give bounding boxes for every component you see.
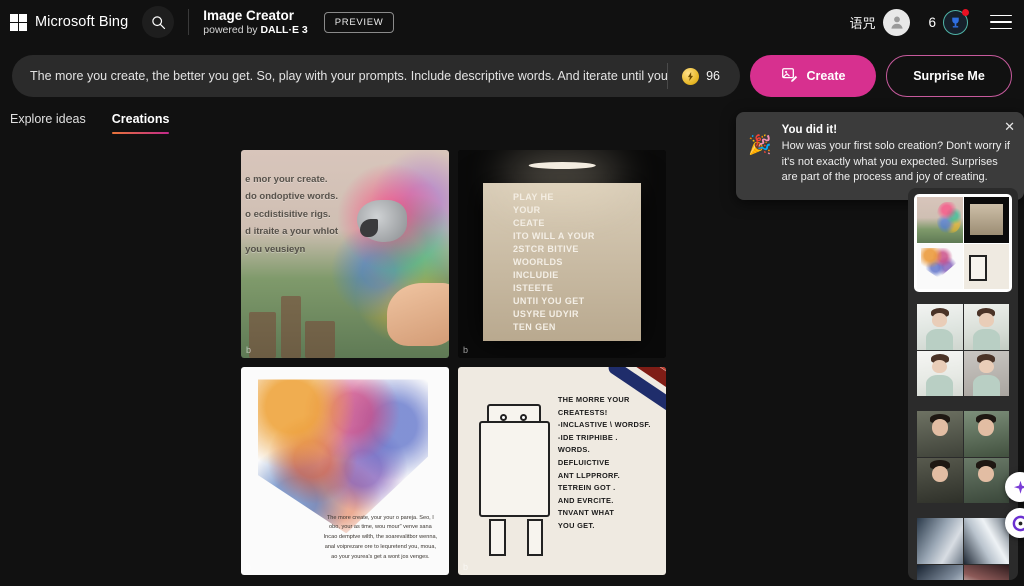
boost-credits[interactable]: 96 — [668, 67, 740, 85]
microsoft-logo-icon — [10, 13, 27, 31]
poster-artwork: PLAY HE YOUR CEATE ITO WILL A YOUR 2STCR… — [458, 150, 666, 358]
parrot-collage-image[interactable]: e mor your create. do ondoptive words. o… — [241, 150, 449, 358]
image-pen-icon — [781, 66, 798, 86]
tab-explore-ideas[interactable]: Explore ideas — [10, 112, 86, 134]
creations-history-rail[interactable] — [908, 188, 1018, 580]
brand-label: Microsoft Bing — [35, 14, 129, 30]
parrot-overlay-text: e mor your create. do ondoptive words. o… — [245, 173, 339, 256]
app-title-block: Image Creator powered by DALL·E 3 — [203, 8, 307, 37]
creation-group-tunnel[interactable] — [914, 515, 1012, 580]
surprise-me-button[interactable]: Surprise Me — [886, 55, 1012, 97]
tunnel-thumb-2[interactable] — [963, 518, 1009, 564]
robot-sketch-image[interactable]: THE MORRE YOUR CREATESTS! -INCLASTIVE \ … — [458, 367, 666, 575]
sparkle-icon — [1013, 480, 1024, 494]
parrot-artwork: e mor your create. do ondoptive words. o… — [241, 150, 449, 358]
content-tabs: Explore ideas Creations — [0, 112, 169, 134]
hanfu-portrait-thumb-2[interactable] — [963, 411, 1009, 457]
typography-poster-image[interactable]: PLAY HE YOUR CEATE ITO WILL A YOUR 2STCR… — [458, 150, 666, 358]
lightning-coin-icon — [682, 67, 700, 85]
creation-group-hanfu-illustration[interactable] — [914, 301, 1012, 399]
hanfu-illustration-thumb-1[interactable] — [917, 304, 963, 350]
rewards-trophy-icon — [943, 8, 969, 35]
robot-overlay-text: THE MORRE YOUR CREATESTS! -INCLASTIVE \ … — [557, 395, 651, 530]
circle-dot-icon — [1012, 515, 1024, 531]
watercolor-swirl-thumb[interactable] — [917, 243, 963, 289]
person-icon — [891, 16, 903, 29]
header-divider — [188, 9, 190, 35]
toast-title: You did it! — [781, 124, 838, 136]
close-icon[interactable]: ✕ — [1004, 120, 1015, 133]
search-button[interactable] — [142, 6, 175, 38]
image-creator-page: Microsoft Bing Image Creator powered by … — [0, 0, 1024, 586]
tunnel-thumb-3[interactable] — [917, 564, 963, 580]
top-navigation-bar: Microsoft Bing Image Creator powered by … — [0, 0, 1024, 44]
robot-artwork: THE MORRE YOUR CREATESTS! -INCLASTIVE \ … — [458, 367, 666, 575]
swirl-artwork: The more create, your your o pareja. Seo… — [241, 367, 449, 575]
watercolor-swirl-image[interactable]: The more create, your your o pareja. Seo… — [241, 367, 449, 575]
tunnel-thumb-4[interactable] — [963, 564, 1009, 580]
parrot-collage-thumb[interactable] — [917, 197, 963, 243]
prompt-input-container[interactable]: The more you create, the better you get.… — [12, 55, 740, 97]
creation-group-hanfu-portrait[interactable] — [914, 408, 1012, 506]
page-title: Image Creator — [203, 7, 295, 23]
avatar[interactable] — [883, 8, 911, 36]
creation-group-prompts[interactable] — [914, 194, 1012, 292]
create-button-label: Create — [806, 69, 846, 83]
prompt-bar: The more you create, the better you get.… — [0, 54, 1024, 98]
robot-sketch-thumb[interactable] — [963, 243, 1009, 289]
language-label[interactable]: 语咒 — [849, 13, 875, 32]
prompt-input[interactable]: The more you create, the better you get.… — [12, 69, 667, 83]
hanfu-portrait-thumb-1[interactable] — [917, 411, 963, 457]
notification-toast: 🎉 You did it! How was your first solo cr… — [736, 112, 1024, 200]
toast-message: How was your first solo creation? Don't … — [781, 140, 1010, 184]
bing-brand-link[interactable]: Microsoft Bing — [0, 13, 129, 31]
hanfu-illustration-thumb-4[interactable] — [963, 350, 1009, 396]
hanfu-portrait-thumb-3[interactable] — [917, 457, 963, 503]
hanfu-illustration-thumb-3[interactable] — [917, 350, 963, 396]
swirl-caption-text: The more create, your your o pareja. Seo… — [323, 514, 438, 560]
bing-watermark: b — [246, 345, 251, 355]
bing-watermark: b — [463, 562, 468, 572]
header-actions: 语咒 6 — [849, 8, 1024, 36]
typography-poster-thumb[interactable] — [963, 197, 1009, 243]
hamburger-menu-icon[interactable] — [990, 14, 1012, 30]
bing-watermark: b — [463, 345, 468, 355]
notification-dot — [962, 8, 969, 16]
rewards-entry[interactable]: 6 — [928, 8, 969, 35]
bing-watermark: b — [246, 562, 251, 572]
tab-creations[interactable]: Creations — [111, 112, 169, 134]
boost-count: 96 — [706, 69, 720, 83]
preview-badge: PREVIEW — [323, 11, 395, 33]
tunnel-thumb-1[interactable] — [917, 518, 963, 564]
poster-overlay-text: PLAY HE YOUR CEATE ITO WILL A YOUR 2STCR… — [512, 191, 595, 333]
hanfu-portrait-thumb-4[interactable] — [963, 457, 1009, 503]
search-icon — [152, 15, 165, 29]
create-button[interactable]: Create — [750, 55, 876, 97]
rewards-count: 6 — [928, 14, 936, 30]
creations-grid: e mor your create. do ondoptive words. o… — [241, 150, 666, 575]
app-subtitle: powered by DALL·E 3 — [203, 24, 308, 37]
party-popper-icon: 🎉 — [748, 135, 772, 156]
hanfu-illustration-thumb-2[interactable] — [963, 304, 1009, 350]
